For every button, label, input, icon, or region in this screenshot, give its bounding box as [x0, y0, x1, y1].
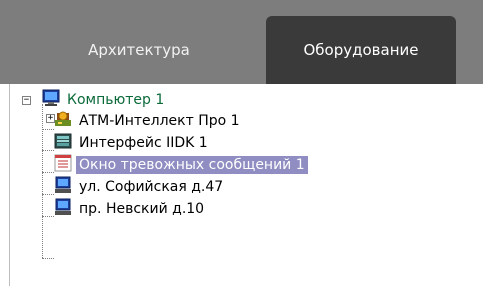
tab-equipment-label: Оборудование — [303, 41, 419, 59]
tree-item-nevsky-10[interactable]: пр. Невский д.10 — [76, 198, 207, 220]
tree-connector — [42, 172, 54, 173]
tree-item-label: Компьютер 1 — [67, 92, 165, 108]
tab-bar: Архитектура Оборудование — [0, 0, 483, 84]
tree-connector-vertical — [42, 104, 43, 258]
tab-equipment[interactable]: Оборудование — [266, 16, 456, 84]
tree-connector — [42, 258, 54, 259]
tree-item-label: ул. Софийская д.47 — [79, 179, 224, 195]
tree-item-atm-intellect[interactable]: АТМ-Интеллект Про 1 — [76, 110, 243, 132]
tree-connector — [42, 129, 54, 130]
tree-item-label: пр. Невский д.10 — [79, 201, 205, 217]
collapse-toggle[interactable]: − — [22, 96, 31, 105]
iidk-interface-icon — [54, 133, 72, 149]
tree-connector — [42, 216, 54, 217]
alarm-window-icon — [54, 154, 72, 172]
tree-item-label: Окно тревожных сообщений 1 — [76, 156, 308, 174]
tree-item-sofiyskaya-47[interactable]: ул. Софийская д.47 — [76, 176, 226, 198]
computer-icon — [55, 176, 71, 193]
tree-item-iidk-interface[interactable]: Интерфейс IIDK 1 — [76, 132, 211, 154]
tree-connector — [42, 150, 54, 151]
tree-connector — [42, 194, 54, 195]
tree-item-label: Интерфейс IIDK 1 — [79, 135, 208, 151]
tab-architecture-label: Архитектура — [88, 41, 190, 59]
computer-icon — [55, 198, 71, 215]
tree-item-computer-1[interactable]: Компьютер 1 — [64, 89, 167, 111]
computer-icon — [42, 89, 60, 106]
atm-intellect-icon — [55, 111, 71, 126]
tree-item-label: АТМ-Интеллект Про 1 — [79, 113, 240, 129]
tab-architecture[interactable]: Архитектура — [20, 16, 258, 84]
tree-item-alarm-messages-window[interactable]: Окно тревожных сообщений 1 — [76, 154, 308, 176]
equipment-tree-panel: − Компьютер 1 + АТМ-Интеллект Про 1 Инте… — [9, 84, 483, 286]
